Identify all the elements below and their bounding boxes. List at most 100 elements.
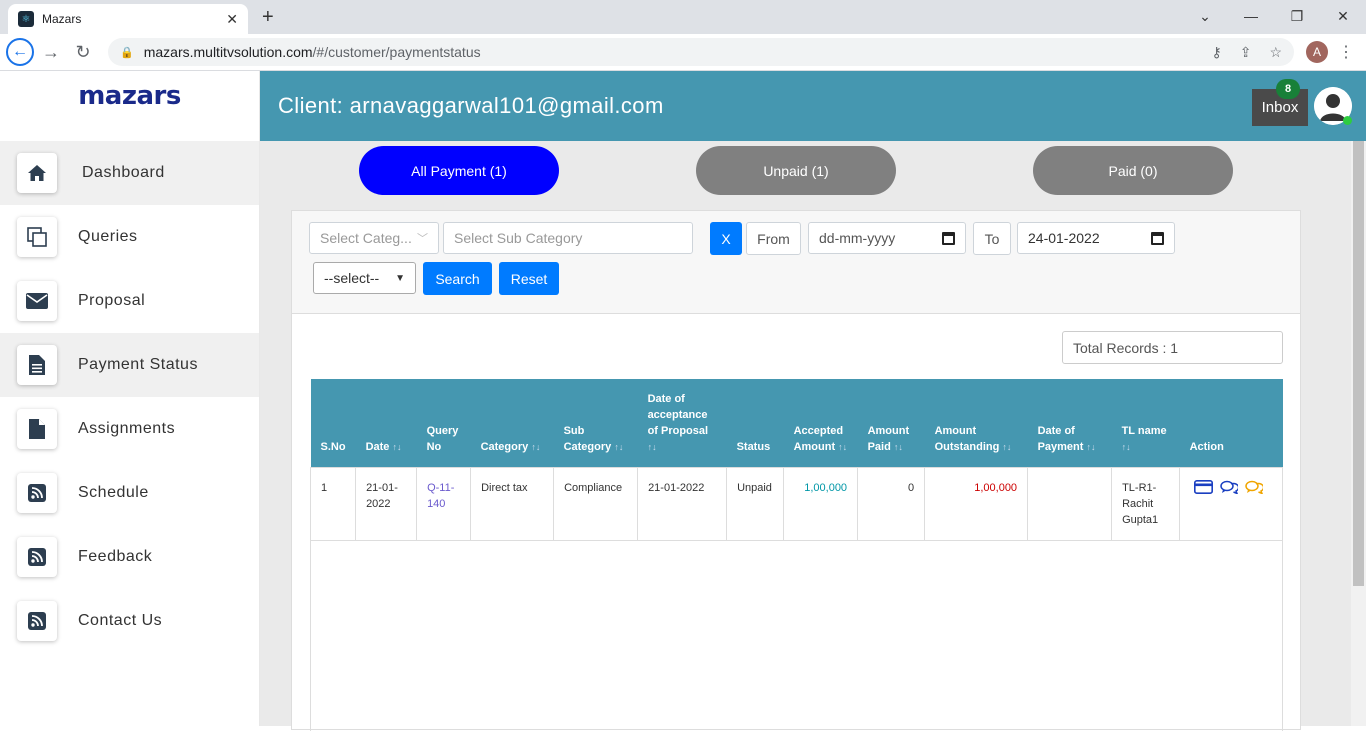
col-acceptance-date[interactable]: Date of acceptance of Proposal ↑↓ [637, 379, 727, 467]
sidebar-item-contact-us[interactable]: Contact Us [0, 589, 259, 653]
sidebar-item-feedback[interactable]: Feedback [0, 525, 259, 589]
sidebar-item-dashboard[interactable]: Dashboard [0, 141, 259, 205]
sidebar-item-schedule[interactable]: Schedule [0, 461, 259, 525]
new-tab-icon[interactable]: + [262, 6, 274, 29]
cell-sub-category: Compliance [553, 466, 639, 541]
col-payment-date[interactable]: Date of Payment ↑↓ [1027, 379, 1112, 467]
category-placeholder: Select Categ... [320, 230, 412, 246]
copy-icon [17, 217, 57, 257]
cell-tl-name: TL-R1-Rachit Gupta1 [1111, 466, 1181, 541]
sidebar-item-label: Proposal [78, 292, 146, 309]
forward-icon[interactable]: → [36, 37, 66, 67]
share-icon[interactable]: ⇪ [1240, 44, 1252, 61]
mazars-logo[interactable]: mazars [0, 71, 259, 141]
sidebar-item-assignments[interactable]: Assignments [0, 397, 259, 461]
col-category[interactable]: Category ↑↓ [470, 379, 554, 467]
sidebar-item-payment-status[interactable]: Payment Status [0, 333, 259, 397]
col-sno[interactable]: S.No [310, 379, 356, 467]
sidebar: mazars Dashboard Queries Proposal Paymen… [0, 71, 260, 726]
browser-tabbar: ⚛ Mazars ✕ + ⌄ — ❐ ✕ [0, 0, 1366, 34]
from-label: From [746, 222, 801, 255]
category-select[interactable]: Select Categ... ﹀ [309, 222, 439, 254]
payment-panel: Select Categ... ﹀ Select Sub Category X … [291, 210, 1301, 731]
payment-table: S.No Date ↑↓ Query No Category ↑↓ Sub Ca… [309, 379, 1283, 541]
cell-amount-paid: 0 [857, 466, 926, 541]
react-favicon-icon: ⚛ [18, 11, 34, 27]
calendar-icon[interactable] [1151, 231, 1164, 245]
calendar-icon[interactable] [942, 231, 955, 245]
chevron-down-icon: ▼ [395, 272, 405, 284]
url-path: /#/customer/paymentstatus [312, 44, 481, 60]
tab-search-icon[interactable]: ⌄ [1182, 0, 1228, 32]
clear-filter-button[interactable]: X [710, 222, 742, 255]
status-select[interactable]: --select-- ▼ [313, 262, 416, 294]
cell-acceptance-date: 21-01-2022 [637, 466, 728, 541]
filter-bar: Select Categ... ﹀ Select Sub Category X … [292, 211, 1300, 314]
file-icon [17, 409, 57, 449]
sidebar-item-proposal[interactable]: Proposal [0, 269, 259, 333]
status-select-value: --select-- [324, 270, 380, 286]
cell-sno: 1 [309, 466, 357, 541]
reset-button[interactable]: Reset [499, 262, 559, 295]
lock-icon[interactable]: 🔒 [120, 46, 134, 59]
cell-payment-date [1027, 466, 1113, 541]
profile-avatar[interactable]: A [1306, 41, 1328, 63]
scrollbar-thumb[interactable] [1353, 141, 1364, 586]
tab-unpaid[interactable]: Unpaid (1) [696, 146, 896, 195]
browser-tab[interactable]: ⚛ Mazars ✕ [8, 4, 248, 34]
online-status-dot [1343, 116, 1352, 125]
close-window-icon[interactable]: ✕ [1320, 0, 1366, 32]
restore-icon[interactable]: ❐ [1274, 0, 1320, 32]
url-input[interactable]: 🔒 mazars.multitvsolution.com /#/customer… [108, 38, 1294, 66]
reload-icon[interactable]: ↻ [68, 37, 98, 67]
search-button[interactable]: Search [423, 262, 492, 295]
rss-icon [17, 473, 57, 513]
minimize-icon[interactable]: — [1228, 0, 1274, 32]
browser-menu-icon[interactable]: ⋮ [1338, 42, 1354, 62]
tab-all-payment[interactable]: All Payment (1) [359, 146, 559, 195]
cell-accepted-amount: 1,00,000 [783, 466, 859, 541]
sidebar-item-label: Contact Us [78, 612, 163, 629]
feedback-chat-icon[interactable] [1245, 480, 1265, 499]
sidebar-item-label: Schedule [78, 484, 149, 501]
col-query-no[interactable]: Query No [416, 379, 471, 467]
document-icon [17, 345, 57, 385]
col-tl-name[interactable]: TL name ↑↓ [1111, 379, 1180, 467]
sidebar-item-label: Dashboard [82, 164, 165, 181]
tab-paid[interactable]: Paid (0) [1033, 146, 1233, 195]
to-date-input[interactable]: 24-01-2022 [1017, 222, 1175, 254]
credit-card-icon[interactable] [1194, 479, 1214, 499]
cell-category: Direct tax [470, 466, 555, 541]
table-row: 1 21-01-2022 Q-11-140 Direct tax Complia… [309, 466, 1283, 541]
col-accepted-amount[interactable]: Accepted Amount ↑↓ [783, 379, 858, 467]
col-amount-paid[interactable]: Amount Paid ↑↓ [857, 379, 925, 467]
col-status[interactable]: Status [726, 379, 784, 467]
back-icon[interactable]: ← [6, 38, 34, 66]
col-date[interactable]: Date ↑↓ [355, 379, 417, 467]
key-icon[interactable]: ⚷ [1211, 44, 1221, 61]
from-date-input[interactable]: dd-mm-yyyy [808, 222, 966, 254]
payment-filter-tabs: All Payment (1) Unpaid (1) Paid (0) [260, 141, 1366, 209]
tab-title: Mazars [42, 12, 82, 26]
address-bar: ← → ↻ 🔒 mazars.multitvsolution.com /#/cu… [0, 34, 1366, 71]
subcategory-select[interactable]: Select Sub Category [443, 222, 693, 254]
col-action: Action [1179, 379, 1283, 467]
col-sub-category[interactable]: Sub Category ↑↓ [553, 379, 638, 467]
app: mazars Dashboard Queries Proposal Paymen… [0, 71, 1366, 731]
sidebar-item-label: Queries [78, 228, 138, 245]
page-scrollbar[interactable] [1351, 141, 1366, 726]
inbox-count-badge: 8 [1276, 79, 1300, 99]
to-date-value: 24-01-2022 [1028, 230, 1100, 246]
close-tab-icon[interactable]: ✕ [226, 11, 238, 28]
sidebar-item-label: Assignments [78, 420, 176, 437]
rss-icon [17, 601, 57, 641]
table-header-row: S.No Date ↑↓ Query No Category ↑↓ Sub Ca… [310, 379, 1283, 467]
sidebar-item-queries[interactable]: Queries [0, 205, 259, 269]
total-records: Total Records : 1 [1062, 331, 1283, 364]
col-amount-outstanding[interactable]: Amount Outstanding ↑↓ [924, 379, 1028, 467]
envelope-icon [17, 281, 57, 321]
url-host: mazars.multitvsolution.com [143, 44, 313, 60]
query-no-link[interactable]: Q-11-140 [416, 466, 472, 541]
star-icon[interactable]: ☆ [1269, 44, 1282, 61]
chat-icon[interactable] [1220, 480, 1240, 499]
